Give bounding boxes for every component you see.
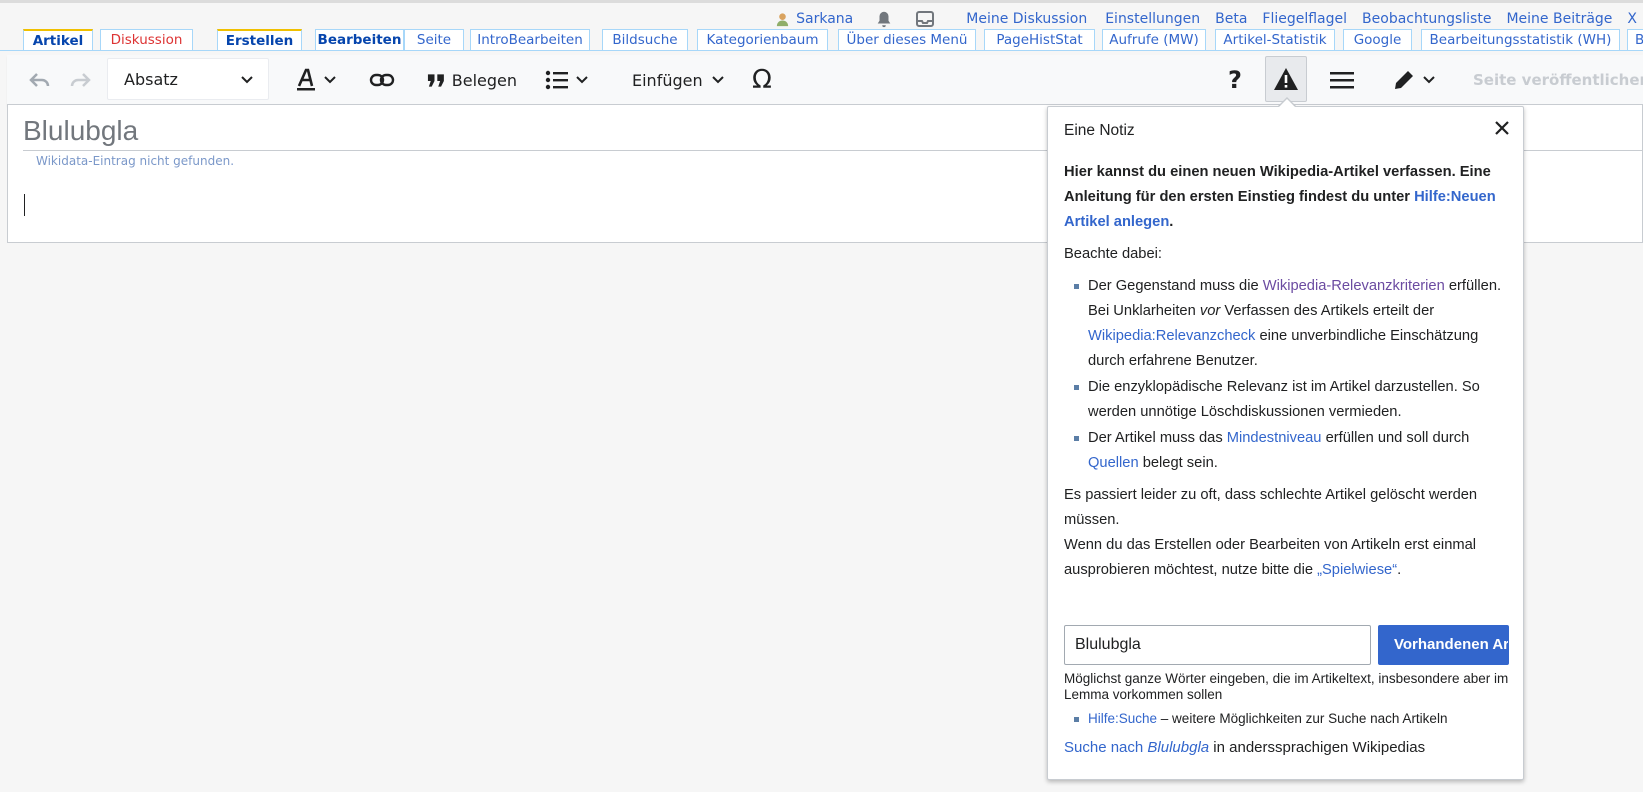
list-button[interactable] [545, 55, 595, 105]
notices-button[interactable] [1265, 56, 1307, 102]
tab-google[interactable]: Google [1343, 29, 1412, 50]
link-meine-beitraege[interactable]: Meine Beiträge [1506, 11, 1612, 27]
list-item: Der Gegenstand muss die Wikipedia-Releva… [1064, 274, 1509, 374]
tab-introbearbeiten[interactable]: IntroBearbeiten [470, 29, 590, 50]
search-hint: Möglichst ganze Wörter eingeben, die im … [1064, 671, 1509, 702]
link-icon [369, 73, 395, 87]
cite-label: Belegen [451, 70, 517, 90]
menu-icon [1330, 72, 1354, 89]
help-button[interactable]: ? [1220, 55, 1250, 105]
paragraph-format-value: Absatz [124, 69, 178, 89]
link-meine-diskussion[interactable]: Meine Diskussion [966, 11, 1087, 27]
link-button[interactable] [369, 55, 401, 105]
notice-intro: Hier kannst du einen neuen Wikipedia-Art… [1064, 164, 1496, 230]
user-link[interactable]: Sarkana [775, 11, 853, 27]
user-icon [777, 12, 789, 26]
undo-button[interactable] [21, 55, 59, 105]
cite-button[interactable]: Belegen [427, 55, 517, 105]
notice-sandbox-text: Wenn du das Erstellen oder Bearbeiten vo… [1064, 537, 1477, 578]
text-style-button[interactable] [295, 55, 345, 105]
editor-toolbar: Absatz Belegen Einfügen Ω ? Seite veröff… [7, 55, 1643, 105]
tab-artikel[interactable]: Artikel [23, 29, 93, 50]
insert-label: Einfügen [632, 70, 703, 90]
notice-list: Der Gegenstand muss die Wikipedia-Releva… [1064, 274, 1509, 476]
insert-menu-button[interactable]: Einfügen [632, 55, 727, 105]
tab-artikel-statistik[interactable]: Artikel-Statistik [1215, 29, 1335, 50]
notice-popup: Eine Notiz Hier kannst du einen neuen Wi… [1047, 106, 1524, 780]
publish-button[interactable]: Seite veröffentlichen … [1473, 55, 1643, 105]
link-einstellungen[interactable]: Einstellungen [1105, 11, 1200, 27]
username: Sarkana [796, 11, 854, 27]
chevron-down-icon [1423, 76, 1435, 84]
tab-bearbeitungsstatistik[interactable]: Bearbeitungsstatistik (WH) [1421, 29, 1620, 50]
page-tabs: Artikel Diskussion Erstellen Bearbeiten … [0, 29, 1643, 51]
close-icon [1495, 121, 1509, 135]
tab-bearbeiten[interactable]: Bearbeiten [315, 29, 404, 50]
omega-icon: Ω [752, 65, 772, 95]
paragraph-format-select[interactable]: Absatz [107, 58, 269, 100]
personal-links: Sarkana Meine Diskussion Einstellungen B… [775, 10, 1643, 28]
tab-kategorienbaum[interactable]: Kategorienbaum [697, 29, 828, 50]
spielwiese-link[interactable]: Spielwiese [1322, 562, 1392, 578]
page-options-button[interactable] [1327, 55, 1357, 105]
list-item: Die enzyklopädische Relevanz ist im Arti… [1064, 375, 1509, 425]
link-beobachtungsliste[interactable]: Beobachtungsliste [1362, 11, 1491, 27]
bullet-list-icon [545, 70, 568, 90]
text-cursor [24, 194, 25, 216]
relevanzkriterien-link[interactable]: Wikipedia-Relevanzkriterien [1263, 278, 1445, 294]
special-character-button[interactable]: Ω [752, 55, 782, 105]
tray-icon[interactable] [915, 10, 935, 28]
tab-ueber-dieses-menue[interactable]: Über dieses Menü [838, 29, 976, 50]
search-existing-button[interactable]: Vorhandenen Artikel suchen [1378, 625, 1509, 665]
article-search: Vorhandenen Artikel suchen [1064, 625, 1509, 665]
redo-icon [70, 73, 91, 87]
undo-icon [29, 73, 50, 87]
help-search-link[interactable]: Hilfe:Suche [1088, 711, 1157, 726]
text-style-icon [297, 68, 315, 91]
page-title: Blulubgla [23, 115, 139, 146]
list-item: Der Artikel muss das Mindestniveau erfül… [1064, 426, 1509, 476]
help-icon: ? [1228, 66, 1242, 94]
relevanzcheck-link[interactable]: Wikipedia:Relevanzcheck [1088, 328, 1255, 344]
personal-toolbar: Sarkana Meine Diskussion Einstellungen B… [0, 0, 1643, 30]
popup-arrow-inner [1278, 99, 1296, 108]
other-language-search[interactable]: Suche nach Blulubgla in anderssprachigen… [1064, 738, 1425, 758]
link-fliegelflagel[interactable]: Fliegelflagel [1262, 11, 1347, 27]
chevron-down-icon [711, 76, 724, 84]
link-x[interactable]: X [1627, 11, 1637, 27]
tab-seite[interactable]: Seite [404, 29, 464, 50]
tab-pagehiststat[interactable]: PageHistStat [984, 29, 1095, 50]
tab-erstellen[interactable]: Erstellen [217, 29, 302, 50]
search-input[interactable] [1064, 625, 1371, 665]
quellen-link[interactable]: Quellen [1088, 455, 1139, 471]
tab-diskussion[interactable]: Diskussion [100, 29, 193, 50]
link-beta[interactable]: Beta [1215, 11, 1247, 27]
publish-label: Seite veröffentlichen … [1473, 71, 1643, 89]
tab-b[interactable]: B [1627, 29, 1643, 50]
notice-warning-text: Es passiert leider zu oft, dass schlecht… [1064, 487, 1478, 528]
chevron-down-icon [324, 76, 336, 84]
redo-button[interactable] [61, 55, 99, 105]
warning-icon [1274, 68, 1298, 90]
wikidata-note: Wikidata-Eintrag nicht gefunden. [36, 154, 235, 168]
bell-icon[interactable] [875, 10, 893, 28]
chevron-down-icon [241, 76, 253, 84]
tab-aufrufe[interactable]: Aufrufe (MW) [1102, 29, 1206, 50]
edit-mode-button[interactable] [1392, 55, 1442, 105]
notice-body: Hier kannst du einen neuen Wikipedia-Art… [1064, 160, 1509, 590]
quote-icon [427, 74, 444, 87]
close-button[interactable] [1491, 117, 1513, 139]
notice-note: Beachte dabei: [1064, 246, 1162, 262]
pencil-icon [1395, 71, 1413, 89]
notice-heading: Eine Notiz [1064, 122, 1135, 139]
tab-bildsuche[interactable]: Bildsuche [602, 29, 688, 50]
mindestniveau-link[interactable]: Mindestniveau [1227, 430, 1322, 446]
chevron-down-icon [576, 76, 588, 84]
search-help-item: Hilfe:Suche – weitere Möglichkeiten zur … [1064, 710, 1447, 728]
